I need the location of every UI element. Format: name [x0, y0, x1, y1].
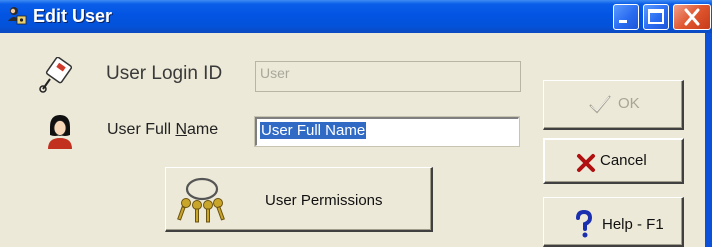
- user-permissions-button[interactable]: User Permissions: [165, 167, 433, 232]
- cancel-label: Cancel: [600, 152, 647, 169]
- checkmark-icon: [589, 95, 611, 114]
- title-bar[interactable]: Edit User: [0, 0, 712, 33]
- help-button[interactable]: Help - F1: [543, 197, 684, 247]
- user-full-name-label: User Full Name: [107, 121, 219, 138]
- window-title: Edit User: [33, 6, 113, 26]
- accelerator-key: N: [175, 121, 188, 138]
- x-icon: [577, 154, 595, 172]
- users-icon: [8, 7, 27, 25]
- window-frame-right: [705, 33, 712, 247]
- close-button[interactable]: [673, 4, 711, 30]
- ok-label: OK: [618, 95, 640, 112]
- minimize-button[interactable]: [613, 4, 639, 30]
- person-icon: [48, 115, 72, 149]
- cancel-button[interactable]: Cancel: [543, 138, 684, 184]
- selected-text: User Full Name: [260, 122, 367, 139]
- help-label: Help - F1: [602, 216, 664, 233]
- maximize-icon: [648, 9, 664, 24]
- close-icon: [684, 8, 700, 26]
- user-permissions-label: User Permissions: [265, 192, 383, 209]
- edit-user-dialog: Edit User User Login ID User User Full N…: [0, 0, 712, 247]
- user-login-id-field: User: [255, 61, 521, 92]
- minimize-icon: [619, 20, 627, 23]
- keys-icon: [177, 177, 225, 223]
- id-card-icon: [39, 57, 72, 93]
- user-login-id-label: User Login ID: [106, 63, 223, 84]
- maximize-button[interactable]: [643, 4, 669, 30]
- ok-button[interactable]: OK: [543, 80, 684, 130]
- question-mark-icon: [576, 210, 593, 238]
- user-full-name-input[interactable]: User Full Name: [255, 117, 519, 146]
